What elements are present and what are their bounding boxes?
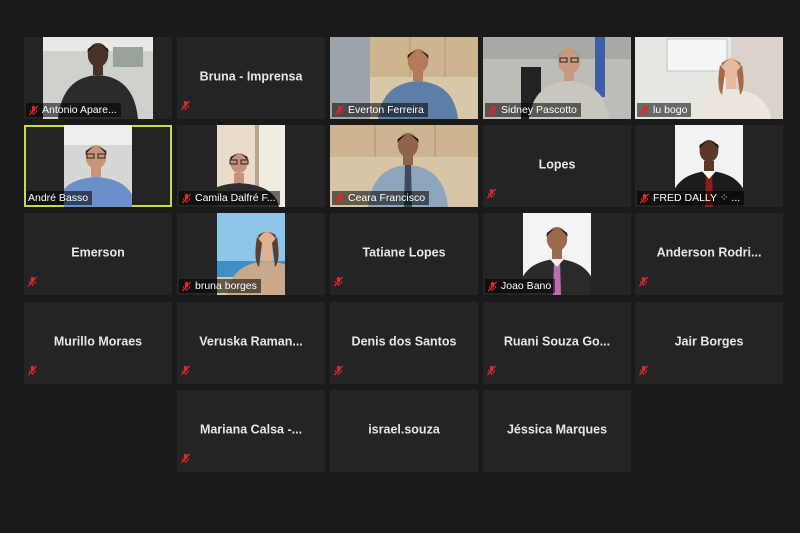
participant-tile-andre-basso[interactable]: André Basso [24, 125, 172, 207]
participant-name: Emerson [71, 245, 125, 260]
participant-tile-murillo-moraes[interactable]: Murillo Moraes [24, 302, 172, 384]
participant-tile-joao-bano[interactable]: Joao Bano [483, 213, 631, 295]
participant-name: Joao Bano [501, 280, 552, 292]
participant-name-label: Sidney Pascotto [485, 103, 581, 117]
participant-name: Murillo Moraes [53, 334, 143, 349]
mic-muted-icon [333, 274, 344, 292]
participant-name-label: Everton Ferreira [332, 103, 428, 117]
participant-tile-veruska-raman[interactable]: Veruska Raman... [177, 302, 325, 384]
gallery-view: Antonio Apare... Bruna - Imprensa Everton … [0, 0, 800, 533]
participant-tile-tatiane-lopes[interactable]: Tatiane Lopes [330, 213, 478, 295]
participant-name: Jair Borges [674, 334, 744, 349]
participant-name-label: Joao Bano [485, 279, 556, 293]
participant-name-label: FRED DALLY ⁘ ... [637, 191, 745, 205]
mic-muted-icon [28, 105, 39, 116]
mic-muted-icon [180, 363, 191, 381]
participant-name: Jéssica Marques [506, 422, 608, 437]
participant-name: Veruska Raman... [199, 334, 303, 349]
mic-muted-icon [638, 274, 649, 292]
participant-tile-emerson[interactable]: Emerson [24, 213, 172, 295]
participant-name-label: lu bogo [637, 103, 692, 117]
mic-muted-icon [334, 193, 345, 204]
participant-tile-je-ssica-marques[interactable]: Jéssica Marques [483, 390, 631, 472]
mic-muted-icon [487, 105, 498, 116]
participant-name: bruna borges [195, 280, 257, 292]
participant-name: lu bogo [653, 104, 688, 116]
participant-tile-lopes[interactable]: Lopes [483, 125, 631, 207]
mic-muted-icon [486, 186, 497, 204]
participant-name: Ceara Francisco [348, 192, 426, 204]
participant-tile-antonio-apare[interactable]: Antonio Apare... [24, 37, 172, 119]
participant-name: israel.souza [368, 422, 440, 437]
participant-name: Camila Dalfré F... [195, 192, 276, 204]
participant-tile-bruna-borges[interactable]: bruna borges [177, 213, 325, 295]
mic-muted-icon [487, 281, 498, 292]
participant-tile-israel-souza[interactable]: israel.souza [330, 390, 478, 472]
participant-name: FRED DALLY ⁘ ... [653, 192, 741, 204]
participant-tile-fred-dally[interactable]: FRED DALLY ⁘ ... [635, 125, 783, 207]
participant-tile-bruna-imprensa[interactable]: Bruna - Imprensa [177, 37, 325, 119]
participant-tile-ruani-souza-go[interactable]: Ruani Souza Go... [483, 302, 631, 384]
mic-muted-icon [333, 363, 344, 381]
participant-tile-jair-borges[interactable]: Jair Borges [635, 302, 783, 384]
participant-tile-everton-ferreira[interactable]: Everton Ferreira [330, 37, 478, 119]
participant-name-label: Ceara Francisco [332, 191, 430, 205]
mic-muted-icon [638, 363, 649, 381]
participant-name-label: Camila Dalfré F... [179, 191, 280, 205]
mic-muted-icon [639, 193, 650, 204]
participant-name-label: Antonio Apare... [26, 103, 121, 117]
participant-name: Ruani Souza Go... [503, 334, 611, 349]
mic-muted-icon [27, 363, 38, 381]
mic-muted-icon [334, 105, 345, 116]
mic-muted-icon [180, 98, 191, 116]
mic-muted-icon [180, 451, 191, 469]
participant-name: Mariana Calsa -... [199, 422, 303, 437]
participant-name: Everton Ferreira [348, 104, 424, 116]
participant-name: Tatiane Lopes [362, 245, 446, 260]
participant-tile-sidney-pascotto[interactable]: Sidney Pascotto [483, 37, 631, 119]
participant-name-label: André Basso [26, 191, 93, 205]
mic-muted-icon [27, 274, 38, 292]
participant-tile-lu-bogo[interactable]: lu bogo [635, 37, 783, 119]
participant-name: André Basso [28, 192, 89, 204]
participant-name: Bruna - Imprensa [199, 69, 303, 84]
participant-name: Lopes [538, 157, 576, 172]
mic-muted-icon [639, 105, 650, 116]
participant-name-label: bruna borges [179, 279, 261, 293]
participant-tile-denis-dos-santos[interactable]: Denis dos Santos [330, 302, 478, 384]
participant-tile-camila-dalfre-f[interactable]: Camila Dalfré F... [177, 125, 325, 207]
participant-tile-anderson-rodri[interactable]: Anderson Rodri... [635, 213, 783, 295]
mic-muted-icon [181, 193, 192, 204]
participant-name: Denis dos Santos [351, 334, 457, 349]
mic-muted-icon [486, 363, 497, 381]
participant-name: Sidney Pascotto [501, 104, 577, 116]
participant-name: Antonio Apare... [42, 104, 117, 116]
participant-tile-ceara-francisco[interactable]: Ceara Francisco [330, 125, 478, 207]
participant-tile-mariana-calsa[interactable]: Mariana Calsa -... [177, 390, 325, 472]
participant-name: Anderson Rodri... [656, 245, 762, 260]
mic-muted-icon [181, 281, 192, 292]
